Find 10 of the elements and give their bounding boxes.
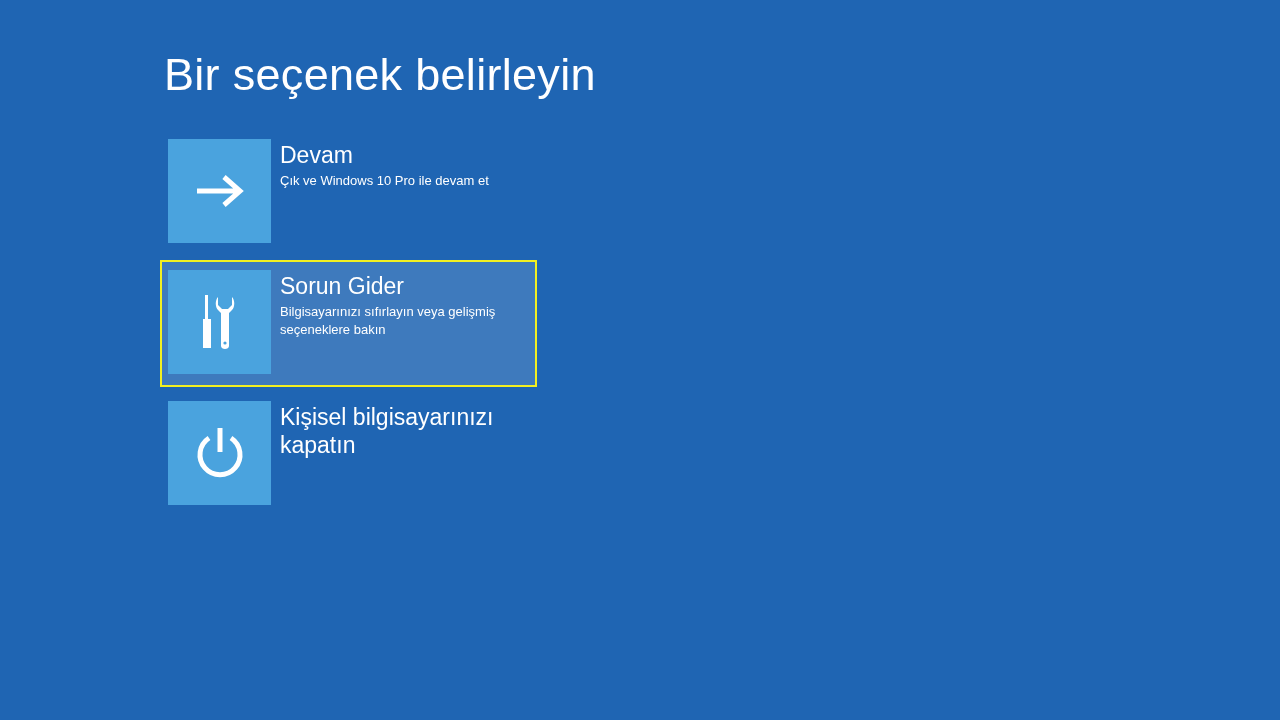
- option-label: Kişisel bilgisayarınızı kapatın: [280, 403, 495, 459]
- option-description: Çık ve Windows 10 Pro ile devam et: [280, 172, 490, 190]
- page-title: Bir seçenek belirleyin: [164, 48, 597, 102]
- arrow-icon: [194, 174, 245, 208]
- option-button[interactable]: Sorun Gider Bilgisayarınızı sıfırlayın veya gelişmiş seçeneklere bakın: [160, 260, 537, 387]
- option-label: Devam: [280, 141, 354, 169]
- option-button[interactable]: Kişisel bilgisayarınızı kapatın: [160, 391, 537, 518]
- option-label: Sorun Gider: [280, 272, 405, 300]
- option-button[interactable]: Devam Çık ve Windows 10 Pro ile devam et: [160, 129, 537, 256]
- option-description: Bilgisayarınızı sıfırlayın veya gelişmiş seçeneklere bakın: [280, 303, 497, 339]
